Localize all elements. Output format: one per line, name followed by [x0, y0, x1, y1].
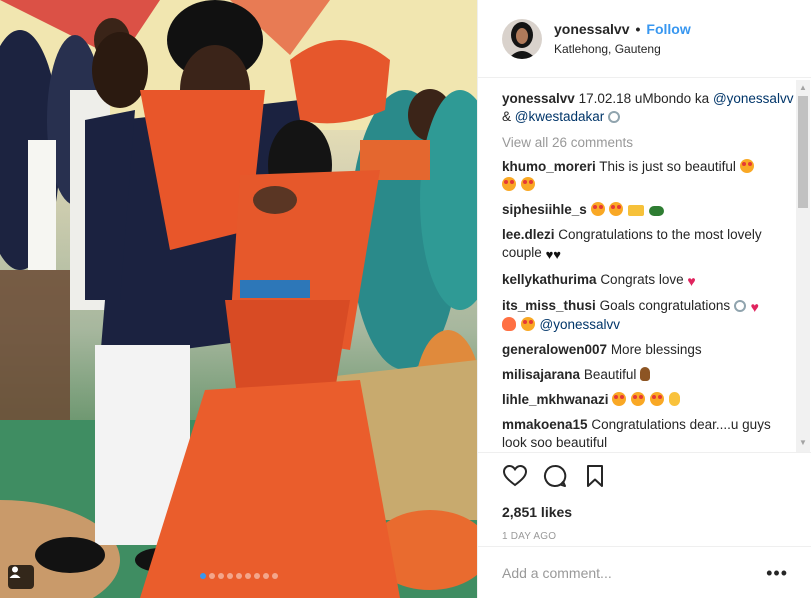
comment-text: Beautiful — [583, 367, 637, 382]
comment-item: khumo_moreri This is just so beautiful — [502, 158, 794, 194]
ring-emoji-icon — [608, 111, 621, 123]
comment-item: lee.dlezi Congratulations to the most lo… — [502, 226, 794, 264]
comments-list: yonessalvv 17.02.18 uMbondo ka @yonessal… — [502, 90, 794, 450]
speech-bubble-icon[interactable] — [542, 463, 568, 489]
comment-username[interactable]: lihle_mkhwanazi — [502, 392, 609, 407]
post-actions: 2,851 likes 1 DAY AGO — [478, 452, 811, 542]
comment-username[interactable]: lee.dlezi — [502, 227, 555, 242]
heart-eyes-emoji-icon — [502, 177, 516, 191]
praying-hands-emoji-icon — [640, 367, 651, 381]
caption-mention[interactable]: @yonessalvv — [713, 91, 794, 106]
heart-eyes-emoji-icon — [520, 317, 535, 331]
comment-text: This is just so beautiful — [599, 159, 736, 174]
money-emoji-icon — [628, 205, 645, 216]
likes-count[interactable]: 2,851 likes — [502, 504, 788, 520]
comment-username[interactable]: siphesiihle_s — [502, 202, 587, 217]
heart-eyes-emoji-icon — [649, 392, 664, 406]
comment-username[interactable]: generalowen007 — [502, 342, 607, 357]
carousel-dot[interactable] — [199, 573, 206, 579]
heart-eyes-emoji-icon — [739, 159, 754, 173]
carousel-dot[interactable] — [271, 573, 278, 579]
comment-item: generalowen007 More blessings — [502, 341, 794, 359]
comment-username[interactable]: milisajarana — [502, 367, 580, 382]
car-emoji-icon — [648, 206, 664, 216]
fire-emoji-icon — [502, 317, 516, 331]
location-link[interactable]: Katlehong, Gauteng — [554, 42, 691, 56]
more-options-button[interactable]: ••• — [766, 564, 788, 582]
caption-username[interactable]: yonessalvv — [502, 91, 575, 106]
comment-item: mmakoena15 Congratulations dear....u guy… — [502, 416, 794, 450]
ok-hand-emoji-icon — [668, 392, 680, 406]
carousel-dot[interactable] — [244, 573, 251, 579]
caption-joiner: & — [502, 109, 512, 124]
comment-mention[interactable]: @yonessalvv — [540, 317, 621, 332]
comment-item: siphesiihle_s — [502, 201, 794, 219]
scroll-thumb[interactable] — [798, 96, 808, 208]
comment-username[interactable]: its_miss_thusi — [502, 298, 596, 313]
separator-dot: • — [635, 21, 641, 37]
post-photo[interactable] — [0, 0, 477, 598]
comments-scrollbar[interactable]: ▲ ▼ — [796, 80, 810, 452]
carousel-dot[interactable] — [208, 573, 215, 579]
avatar[interactable] — [502, 18, 542, 59]
ring-emoji-icon — [733, 300, 746, 312]
carousel-dot[interactable] — [253, 573, 260, 579]
comment-item: its_miss_thusi Goals congratulations ♥ @… — [502, 297, 794, 334]
comment-item: milisajarana Beautiful — [502, 366, 794, 384]
photo-scene — [0, 0, 477, 598]
carousel-indicator — [0, 573, 477, 579]
carousel-dot[interactable] — [262, 573, 269, 579]
red-heart-emoji-icon: ♥ — [687, 273, 696, 289]
comment-text: Goals congratulations — [599, 298, 731, 313]
comment-username[interactable]: khumo_moreri — [502, 159, 596, 174]
bookmark-icon[interactable] — [582, 463, 608, 489]
carousel-dot[interactable] — [235, 573, 242, 579]
caption: yonessalvv 17.02.18 uMbondo ka @yonessal… — [502, 90, 794, 126]
comment-text: More blessings — [610, 342, 702, 357]
comment-item: kellykathurima Congrats love ♥ — [502, 271, 794, 290]
post-header: yonessalvv • Follow Katlehong, Gauteng — [478, 0, 811, 78]
add-comment-input[interactable] — [502, 564, 767, 581]
carousel-dot[interactable] — [217, 573, 224, 579]
post-sidebar: yonessalvv • Follow Katlehong, Gauteng y… — [477, 0, 811, 598]
comment-username[interactable]: mmakoena15 — [502, 417, 588, 432]
heart-eyes-emoji-icon — [631, 392, 646, 406]
red-heart-emoji-icon: ♥ — [750, 299, 759, 315]
caption-mention[interactable]: @kwestadakar — [515, 109, 605, 124]
heart-eyes-emoji-icon — [609, 202, 624, 216]
black-heart-emoji-icon: ♥♥ — [545, 247, 561, 262]
heart-outline-icon[interactable] — [502, 463, 528, 489]
heart-eyes-emoji-icon — [612, 392, 627, 406]
comment-text: Congrats love — [600, 272, 684, 287]
scroll-down-arrow-icon[interactable]: ▼ — [799, 438, 807, 447]
add-comment-bar: ••• — [478, 546, 811, 598]
view-all-comments-link[interactable]: View all 26 comments — [502, 134, 794, 152]
heart-eyes-emoji-icon — [590, 202, 605, 216]
carousel-dot[interactable] — [226, 573, 233, 579]
follow-button[interactable]: Follow — [646, 21, 690, 37]
heart-eyes-emoji-icon — [520, 177, 535, 191]
comment-username[interactable]: kellykathurima — [502, 272, 597, 287]
comment-item: lihle_mkhwanazi — [502, 391, 794, 409]
post-timestamp: 1 DAY AGO — [502, 531, 557, 542]
caption-text: 17.02.18 uMbondo ka — [578, 91, 710, 106]
scroll-up-arrow-icon[interactable]: ▲ — [799, 83, 807, 92]
username-link[interactable]: yonessalvv — [554, 21, 630, 37]
